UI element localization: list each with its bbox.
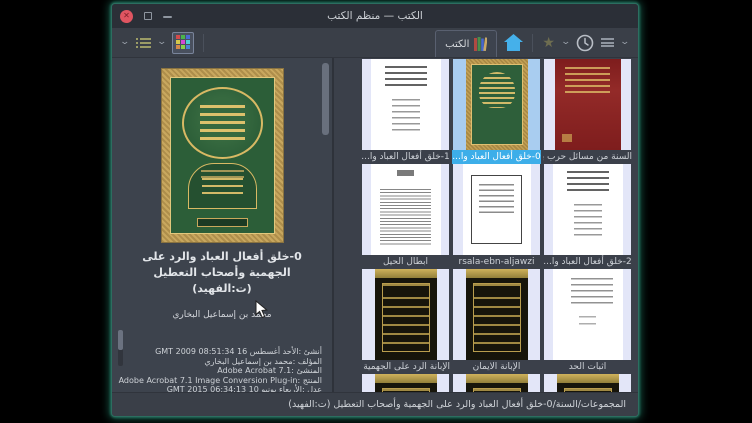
chevron-down-icon[interactable]: ⌄ [119, 38, 130, 47]
statusbar: المجموعات/السنة/0-خلق أفعال العباد والرد… [112, 392, 638, 416]
chevron-down-icon[interactable]: ⌄ [620, 38, 631, 47]
book-caption: ابطال الحيل [361, 255, 450, 269]
book-caption: 0-خلق أفعال العباد وا... [452, 150, 541, 164]
covers-grid-icon [176, 35, 191, 50]
toolbar: ⌄ ⌄ الكتب [112, 28, 638, 58]
book-caption: 2-خلق أفعال العباد وا... [543, 255, 632, 269]
metadata-line: المنشئ :Adobe Acrobat 7.1 [128, 366, 322, 376]
selected-book-title: 0-خلق أفعال العباد والرد على الجهمية وأص… [124, 249, 320, 297]
book-cover-page-dense [371, 164, 441, 255]
book-thumbnail-card [453, 374, 540, 392]
toolbar-separator [203, 34, 204, 52]
book-organizer-window: الكتب — منظم الكتب ✕ ⌄ ⌄ [111, 3, 639, 417]
books-grid: السنة من مسائل حرب بـ...0-خلق أفعال العب… [360, 59, 633, 392]
book-thumbnail[interactable]: الإبانة الرد على الجهمية 2 [360, 269, 451, 374]
book-caption: السنة من مسائل حرب بـ... [543, 150, 632, 164]
cover-arch [188, 163, 257, 209]
cover-bottom-band [197, 218, 248, 227]
book-thumbnail[interactable]: الإبانة الايمان [451, 269, 542, 374]
book-caption: rsala-ebn-aljawzi [452, 255, 541, 269]
book-thumbnail-card [362, 374, 449, 392]
cover-medallion [182, 87, 263, 159]
main-area: 0-خلق أفعال العباد والرد على الجهمية وأص… [112, 58, 638, 392]
book-cover-red [555, 59, 621, 150]
book-thumbnail[interactable] [542, 374, 633, 392]
book-thumbnail-card [453, 269, 540, 360]
book-thumbnail[interactable]: السنة من مسائل حرب بـ... [542, 59, 633, 164]
book-thumbnail-card [544, 374, 631, 392]
screen: الكتب — منظم الكتب ✕ ⌄ ⌄ [0, 0, 752, 423]
book-cover-dark [466, 374, 528, 392]
book-cover-dark [375, 374, 437, 392]
book-cover-dark [557, 374, 619, 392]
books-icon [474, 37, 487, 51]
metadata-line: المؤلف :محمد بن إسماعيل البخاري [128, 357, 322, 367]
book-thumbnail-card [362, 269, 449, 360]
book-cover-page-framed [463, 164, 531, 255]
metadata-line: المنتج :Adobe Acrobat 7.1 Image Conversi… [128, 376, 322, 386]
history-button[interactable] [576, 34, 594, 52]
book-thumbnail[interactable]: اثبات الحد [542, 269, 633, 374]
book-cover-page-calligraphy [371, 59, 441, 150]
book-caption: 1-خلق أفعال العباد وا... [361, 150, 450, 164]
home-icon [504, 34, 523, 51]
menu-hamburger-icon[interactable] [601, 38, 614, 47]
book-cover-green [466, 59, 528, 150]
star-icon[interactable]: ★ [542, 36, 555, 50]
window-title: الكتب — منظم الكتب [112, 10, 638, 22]
book-thumbnail-card [544, 269, 631, 360]
book-thumbnail-card [362, 164, 449, 255]
metadata-scrollbar[interactable] [118, 330, 123, 366]
list-view-icon[interactable] [136, 37, 151, 49]
metadata-scrollbar-thumb[interactable] [118, 330, 123, 350]
book-cover-page-light [553, 269, 623, 360]
titlebar: الكتب — منظم الكتب ✕ [112, 4, 638, 28]
statusbar-path: المجموعات/السنة/0-خلق أفعال العباد والرد… [288, 399, 626, 410]
book-thumbnail[interactable] [451, 374, 542, 392]
book-thumbnail[interactable]: 2-خلق أفعال العباد وا... [542, 164, 633, 269]
chevron-down-icon[interactable]: ⌄ [156, 38, 167, 47]
book-thumbnail[interactable]: ابطال الحيل [360, 164, 451, 269]
book-thumbnail-card [362, 59, 449, 150]
book-cover-preview[interactable] [162, 69, 283, 242]
books-grid-panel: السنة من مسائل حرب بـ...0-خلق أفعال العب… [334, 58, 638, 392]
book-cover-dark [466, 269, 528, 360]
preview-panel: 0-خلق أفعال العباد والرد على الجهمية وأص… [112, 58, 334, 392]
chevron-down-icon[interactable]: ⌄ [560, 38, 571, 47]
metadata-line: أنشئ :الأحد أغسطس 16 08:51:34 2009 GMT [128, 347, 322, 357]
home-button[interactable] [504, 34, 523, 51]
book-thumbnail[interactable]: rsala-ebn-aljawzi [451, 164, 542, 269]
covers-view-button[interactable] [172, 32, 194, 54]
book-cover-inner [170, 77, 275, 234]
book-caption: اثبات الحد [543, 360, 632, 374]
metadata-line: عدل :الأربعاء يونيو 10 06:34:13 2015 GMT [128, 385, 322, 392]
book-metadata: أنشئ :الأحد أغسطس 16 08:51:34 2009 GMTال… [112, 347, 332, 392]
book-cover-dark [375, 269, 437, 360]
book-caption: الإبانة الايمان [452, 360, 541, 374]
book-thumbnail-card [453, 164, 540, 255]
book-thumbnail-card [544, 164, 631, 255]
book-thumbnail[interactable]: 0-خلق أفعال العباد وا... [451, 59, 542, 164]
tab-books-label: الكتب [445, 39, 469, 50]
book-thumbnail-card [544, 59, 631, 150]
clock-icon [576, 34, 594, 52]
book-thumbnail[interactable] [360, 374, 451, 392]
tab-books[interactable]: الكتب [435, 30, 497, 57]
book-thumbnail[interactable]: 1-خلق أفعال العباد وا... [360, 59, 451, 164]
preview-scrollbar-thumb[interactable] [322, 63, 329, 135]
toolbar-separator [532, 34, 533, 52]
book-caption: الإبانة الرد على الجهمية 2 [361, 360, 450, 374]
selected-book-author: محمد بن إسماعيل البخاري [112, 310, 332, 320]
book-cover-page-calligraphy [553, 164, 623, 255]
book-thumbnail-card [453, 59, 540, 150]
